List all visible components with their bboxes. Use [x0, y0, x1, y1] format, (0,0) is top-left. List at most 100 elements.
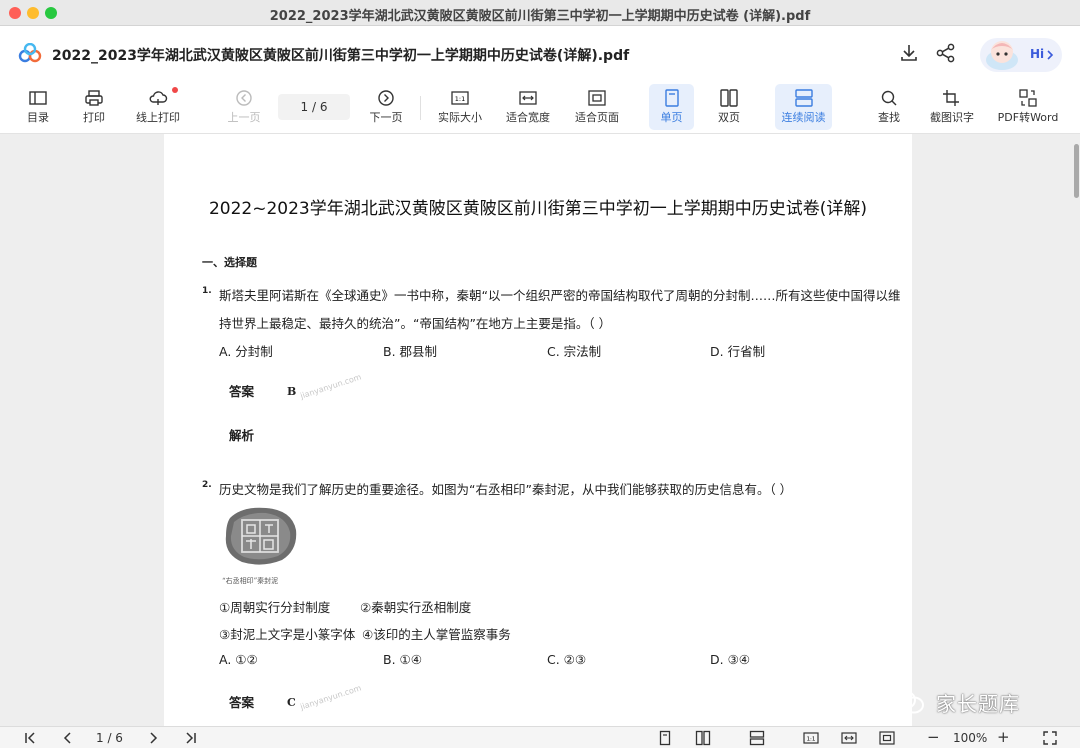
option-c: C. ②③: [547, 652, 587, 667]
last-page-icon[interactable]: [183, 730, 199, 746]
search-button[interactable]: 查找: [870, 84, 908, 130]
double-page-button[interactable]: 双页: [708, 84, 750, 130]
image-caption: “右丞相印”秦封泥: [222, 577, 279, 585]
question-text-line: 斯塔夫里阿诺斯在《全球通史》一书中称，秦朝“以一个组织严密的帝国结构取代了周朝的…: [219, 288, 901, 303]
status-page-indicator[interactable]: 1 / 6: [96, 731, 123, 745]
question-text-line: 历史文物是我们了解历史的重要途径。如图为“右丞相印”秦封泥，从中我们能够获取的历…: [219, 482, 793, 497]
statement-4: ④该印的主人掌管监察事务: [362, 627, 511, 642]
continuous-reading-label: 连续阅读: [781, 111, 826, 124]
ocr-label: 截图识字: [930, 111, 974, 124]
text-watermark: jianyanyun.com: [299, 372, 363, 401]
continuous-scroll-icon[interactable]: [749, 730, 765, 746]
page-heading: 2022~2023学年湖北武汉黄陂区黄陂区前川街第三中学初一上学期期中历史试卷(…: [208, 199, 868, 219]
fit-page-label: 适合页面: [575, 111, 619, 124]
prev-page-label: 上一页: [227, 111, 261, 124]
zoom-out-button[interactable]: −: [927, 728, 940, 746]
first-page-icon[interactable]: [22, 730, 38, 746]
single-page-icon: [664, 89, 679, 107]
document-title: 2022_2023学年湖北武汉黄陂区黄陂区前川街第三中学初一上学期期中历史试卷(…: [52, 48, 630, 64]
vertical-scrollbar[interactable]: [1074, 144, 1079, 198]
share-icon[interactable]: [935, 42, 957, 64]
toc-icon: [29, 91, 47, 105]
single-page-label: 单页: [660, 111, 683, 124]
answer-value: B: [287, 385, 297, 398]
section-heading: 一、选择题: [202, 256, 257, 269]
option-c: C. 宗法制: [547, 344, 602, 359]
double-page-icon[interactable]: [695, 730, 711, 746]
question-text-line: 持世界上最稳定、最持久的统治”。“帝国结构”在地方上主要是指。（ ）: [219, 316, 612, 331]
zoom-level[interactable]: 100%: [953, 731, 987, 745]
prev-page-icon[interactable]: [60, 730, 76, 746]
fit-page-button[interactable]: 适合页面: [572, 84, 622, 130]
toolbar: 目录 打印 线上打印 上一页 1 / 6 下一页 1:1 实际大小 适合宽度 适…: [0, 82, 1080, 134]
toc-label: 目录: [27, 111, 49, 124]
actual-size-icon: 1:1: [451, 91, 469, 105]
online-print-label: 线上打印: [136, 111, 180, 124]
continuous-scroll-icon: [794, 89, 813, 107]
analysis-label: 解析: [229, 428, 255, 443]
svg-text:1:1: 1:1: [455, 95, 465, 103]
svg-text:1:1: 1:1: [807, 737, 816, 743]
option-b: B. ①④: [383, 652, 422, 667]
fit-page-icon: [588, 90, 606, 106]
page-number-input[interactable]: 1 / 6: [278, 94, 350, 120]
print-button[interactable]: 打印: [76, 84, 112, 130]
cloud-print-icon: [149, 91, 168, 105]
toc-button[interactable]: 目录: [20, 84, 56, 130]
pdf-to-word-button[interactable]: PDF转Word: [994, 84, 1062, 130]
fit-page-icon[interactable]: [879, 730, 895, 746]
double-page-icon: [720, 89, 738, 107]
pdf-page: 2022~2023学年湖北武汉黄陂区黄陂区前川街第三中学初一上学期期中历史试卷(…: [164, 134, 912, 726]
answer-label: 答案: [229, 384, 255, 399]
brand-watermark: 家长题库: [936, 692, 1020, 716]
assistant-hi-label: Hi: [1030, 47, 1045, 61]
notification-dot: [172, 87, 178, 93]
zoom-in-button[interactable]: +: [997, 728, 1010, 746]
fullscreen-icon[interactable]: [1042, 730, 1058, 746]
option-d: D. 行省制: [710, 344, 766, 359]
print-label: 打印: [83, 111, 105, 124]
prev-page-button[interactable]: 上一页: [224, 84, 264, 130]
fit-width-label: 适合宽度: [506, 111, 550, 124]
circle-chevron-left-icon: [236, 90, 252, 106]
pdf-to-word-label: PDF转Word: [997, 111, 1059, 124]
fit-width-button[interactable]: 适合宽度: [504, 84, 552, 130]
circle-chevron-right-icon: [378, 90, 394, 106]
toolbar-divider: [420, 96, 421, 120]
download-icon[interactable]: [898, 42, 920, 64]
chevron-right-icon: [1047, 50, 1054, 60]
search-label: 查找: [878, 111, 900, 124]
wechat-logo-icon: [892, 690, 924, 714]
actual-size-label: 实际大小: [438, 111, 482, 124]
fit-width-icon[interactable]: [841, 730, 857, 746]
printer-icon: [85, 90, 103, 106]
document-viewport[interactable]: 2022~2023学年湖北武汉黄陂区黄陂区前川街第三中学初一上学期期中历史试卷(…: [0, 134, 1080, 726]
answer-label: 答案: [229, 695, 255, 710]
crop-icon: [943, 90, 959, 106]
ocr-button[interactable]: 截图识字: [926, 84, 978, 130]
app-header: 2022_2023学年湖北武汉黄陂区黄陂区前川街第三中学初一上学期期中历史试卷(…: [0, 26, 1080, 82]
question-number: 1.: [202, 286, 212, 296]
fit-width-icon: [519, 91, 537, 105]
clay-seal-image: [225, 507, 297, 565]
option-a: A. ①②: [219, 652, 258, 667]
continuous-reading-button[interactable]: 连续阅读: [775, 84, 832, 130]
next-page-button[interactable]: 下一页: [366, 84, 406, 130]
app-logo-icon: [18, 43, 42, 63]
option-b: B. 郡县制: [383, 344, 438, 359]
single-page-icon[interactable]: [657, 730, 673, 746]
actual-size-icon[interactable]: 1:1: [803, 730, 819, 746]
assistant-button[interactable]: Hi: [980, 38, 1062, 72]
search-icon: [881, 90, 897, 106]
single-page-button[interactable]: 单页: [649, 84, 694, 130]
question-number: 2.: [202, 480, 212, 490]
next-page-icon[interactable]: [145, 730, 161, 746]
answer-value: C: [287, 696, 296, 709]
option-d: D. ③④: [710, 652, 750, 667]
statement-3: ③封泥上文字是小篆字体: [219, 627, 356, 642]
window-titlebar: 2022_2023学年湖北武汉黄陂区黄陂区前川街第三中学初一上学期期中历史试卷 …: [0, 0, 1080, 26]
actual-size-button[interactable]: 1:1 实际大小: [436, 84, 484, 130]
statement-1: ①周朝实行分封制度: [219, 600, 331, 615]
text-watermark: jianyanyun.com: [299, 683, 363, 712]
next-page-label: 下一页: [369, 111, 403, 124]
